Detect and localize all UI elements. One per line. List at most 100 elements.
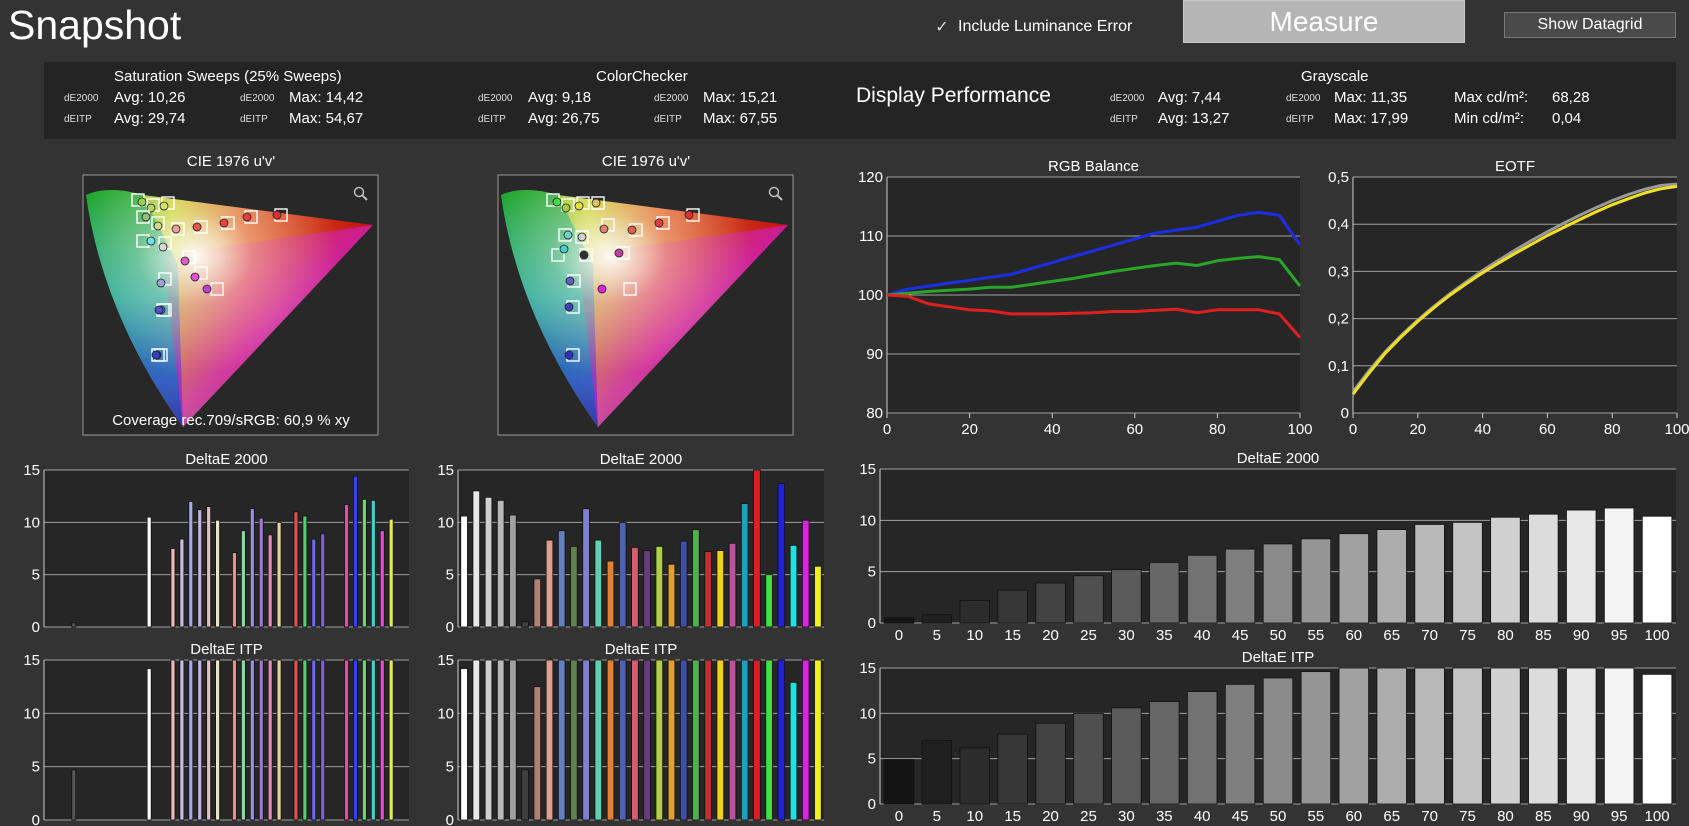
bar [655, 546, 664, 628]
bar [606, 560, 615, 628]
bar [557, 659, 566, 821]
cie-measured-point [151, 350, 161, 360]
bar-chart-1: 0 5 10 15 DeltaE 2000 [23, 451, 409, 636]
bar [667, 563, 676, 628]
y-tick-label: 0 [868, 796, 876, 813]
chart-canvas: CIE 1976 u'v' Coverage rec.709/sRGB: 60,9… [23, 153, 1689, 826]
bar [704, 659, 712, 821]
bar [716, 550, 725, 628]
bar [594, 659, 603, 821]
bar [240, 659, 246, 821]
cie-measured-point [171, 224, 181, 234]
bar [679, 540, 688, 628]
bar [692, 659, 700, 821]
bar [302, 515, 308, 628]
y-tick-label: 10 [437, 514, 454, 531]
y-tick-label: 120 [858, 169, 883, 186]
x-tick-label: 55 [1308, 627, 1325, 644]
chart-title: DeltaE ITP [605, 641, 678, 658]
chart-title: DeltaE ITP [190, 641, 263, 658]
cie-measured-point [564, 350, 574, 360]
bar [320, 659, 326, 821]
y-tick-label: 0 [446, 619, 454, 636]
bar [740, 659, 749, 821]
bar [1149, 701, 1180, 805]
bar-chart-5: 0 5 10 15 DeltaE 2000 0 5 10 15 20 25 30 35 40 45 50 55 6… [859, 450, 1676, 644]
bar [170, 659, 176, 821]
bar [206, 659, 212, 821]
bar [921, 614, 953, 624]
bar [249, 508, 255, 628]
bar [179, 659, 185, 821]
chart-title: EOTF [1495, 158, 1535, 175]
bar [1452, 667, 1483, 805]
bar [814, 565, 822, 628]
y-tick-label: 90 [866, 346, 883, 363]
bar [388, 518, 394, 628]
cie-measured-point [577, 232, 587, 242]
x-tick-label: 100 [1664, 421, 1689, 438]
bar [704, 551, 712, 628]
bar [344, 659, 349, 821]
bar [1300, 671, 1332, 805]
x-tick-label: 90 [1573, 808, 1590, 825]
bar [232, 659, 237, 821]
bar [484, 659, 493, 821]
bar [789, 544, 798, 628]
bar [883, 759, 915, 805]
bar [484, 496, 493, 628]
cie-measured-point [654, 218, 664, 228]
bar [302, 659, 308, 821]
bar-chart-6: 0 5 10 15 DeltaE ITP 0 5 10 15 20 25 30 35 40 45 50 55 60… [859, 649, 1676, 825]
x-tick-label: 70 [1421, 808, 1438, 825]
cie-measured-point [627, 225, 637, 235]
cie-measured-point [599, 224, 609, 234]
x-tick-label: 10 [966, 627, 983, 644]
chart-title: DeltaE 2000 [1237, 450, 1320, 467]
x-tick-label: 20 [961, 421, 978, 438]
y-tick-label: 0,3 [1328, 263, 1349, 280]
cie-measured-point [552, 197, 562, 207]
bar [1149, 562, 1180, 624]
bar [170, 548, 176, 628]
bar [655, 659, 664, 821]
bar [618, 521, 627, 628]
x-tick-label: 35 [1156, 808, 1173, 825]
chart-title: RGB Balance [1048, 158, 1139, 175]
bar [370, 659, 376, 821]
bar [509, 659, 517, 821]
y-tick-label: 110 [859, 228, 883, 245]
y-tick-label: 10 [859, 512, 876, 529]
bar [496, 659, 505, 821]
bar [545, 539, 554, 628]
bar [1641, 673, 1673, 805]
bar [215, 659, 220, 821]
bar [460, 668, 468, 821]
bar [1035, 582, 1066, 624]
bar [188, 659, 194, 821]
bar-chart-4: 0 5 10 15 DeltaE ITP [437, 641, 824, 826]
x-tick-label: 95 [1611, 808, 1628, 825]
cie-measured-point [158, 242, 168, 252]
bar [921, 740, 953, 805]
x-tick-label: 40 [1044, 421, 1061, 438]
x-tick-label: 25 [1080, 808, 1097, 825]
y-tick-label: 0 [1341, 405, 1349, 422]
y-tick-label: 0 [32, 619, 40, 636]
bar [533, 578, 542, 628]
cie-measured-point [242, 212, 252, 222]
bar [521, 621, 529, 628]
bar [146, 516, 152, 628]
cie-measured-point [684, 210, 694, 220]
cie-measured-point [154, 305, 164, 315]
bar [206, 506, 212, 628]
bar [276, 521, 282, 628]
bar [179, 538, 185, 628]
cie-measured-point [219, 218, 229, 228]
bar [215, 519, 220, 628]
bar [320, 533, 326, 628]
cie-measured-point [156, 278, 166, 288]
y-tick-label: 15 [23, 462, 40, 479]
plot-area [1353, 177, 1677, 413]
bar [801, 659, 810, 821]
